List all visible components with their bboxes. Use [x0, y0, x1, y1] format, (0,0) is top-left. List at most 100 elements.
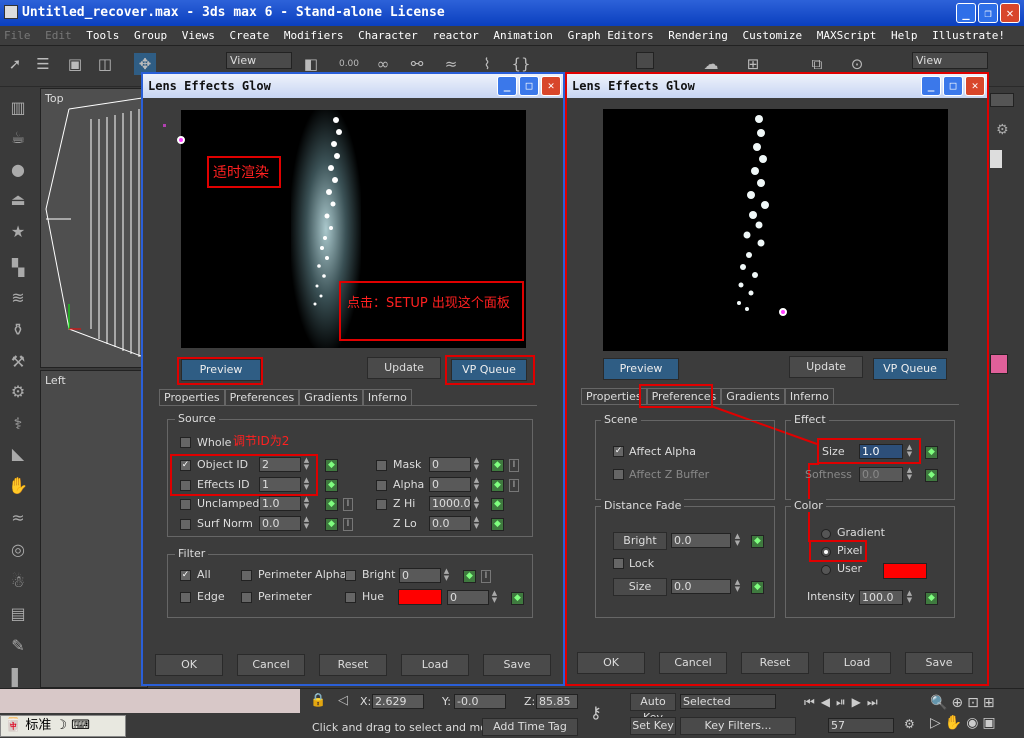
load-button[interactable]: Load — [401, 654, 469, 676]
affect-alpha-checkbox[interactable]: ✓ — [613, 446, 624, 457]
wave-icon[interactable]: ≈ — [6, 506, 30, 530]
transform-mode-icon[interactable]: ◁ — [338, 693, 354, 709]
reset-button[interactable]: Reset — [741, 652, 809, 674]
zhi-checkbox[interactable] — [376, 499, 387, 510]
unclamped-green-button[interactable]: ◆ — [325, 498, 338, 511]
hue-spinner[interactable]: ▲ ▼ — [490, 590, 499, 605]
mask-field[interactable]: 0 — [429, 457, 471, 472]
surf-norm-field[interactable]: 0.0 — [259, 516, 301, 531]
named-selection-dropdown[interactable] — [636, 52, 654, 69]
ok-button[interactable]: OK — [155, 654, 223, 676]
tab-inferno[interactable]: Inferno — [362, 389, 412, 405]
menu-file[interactable]: File — [4, 29, 31, 42]
update-button[interactable]: Update — [367, 357, 441, 379]
reference-coord-select[interactable]: View — [226, 52, 292, 69]
alpha-i-button[interactable]: I — [509, 479, 519, 492]
size-green-button[interactable]: ◆ — [925, 446, 938, 459]
gradient-radio[interactable] — [821, 529, 831, 539]
close-button[interactable]: ✕ — [1000, 3, 1020, 23]
tab-gradients[interactable]: Gradients — [299, 389, 363, 405]
frame-field[interactable]: 57 — [828, 718, 894, 733]
tab-preferences[interactable]: Preferences — [224, 389, 300, 405]
bottle-icon[interactable]: ⚱ — [6, 318, 30, 342]
x-field[interactable]: 2.629 — [372, 694, 424, 709]
menu-help[interactable]: Help — [891, 29, 918, 42]
intensity-spinner[interactable]: ▲ ▼ — [905, 590, 914, 605]
fade-size-button[interactable]: Size — [613, 578, 667, 596]
hue-checkbox[interactable] — [345, 592, 356, 603]
menu-tools[interactable]: Tools — [86, 29, 119, 42]
bright-i-button[interactable]: I — [481, 570, 491, 583]
dialog-minimize-button[interactable]: _ — [497, 76, 517, 96]
intensity-field[interactable]: 100.0 — [859, 590, 903, 605]
surf-norm-spinner[interactable]: ▲ ▼ — [302, 516, 311, 531]
window-crossing-icon[interactable]: ◫ — [94, 53, 116, 75]
lens-light-handle[interactable] — [177, 136, 185, 144]
fade-bright-spinner[interactable]: ▲ ▼ — [733, 533, 742, 548]
region-select-icon[interactable]: ▣ — [64, 53, 86, 75]
zhi-green-button[interactable]: ◆ — [491, 498, 504, 511]
sphere-icon[interactable]: ● — [6, 158, 30, 182]
z-field[interactable]: 85.85 — [536, 694, 578, 709]
alpha-checkbox[interactable] — [376, 480, 387, 491]
mask-checkbox[interactable] — [376, 460, 387, 471]
edge-checkbox[interactable] — [180, 592, 191, 603]
zlo-green-button[interactable]: ◆ — [491, 518, 504, 531]
ring-icon[interactable]: ◎ — [6, 538, 30, 562]
bright-spinner[interactable]: ▲ ▼ — [442, 568, 451, 583]
menu-character[interactable]: Character — [358, 29, 418, 42]
set-key-button[interactable]: Set Key — [630, 717, 676, 735]
create-icon[interactable]: ▥ — [6, 96, 30, 120]
fade-size-field[interactable]: 0.0 — [671, 579, 731, 594]
fade-bright-field[interactable]: 0.0 — [671, 533, 731, 548]
perimeter-alpha-checkbox[interactable] — [241, 570, 252, 581]
bright-field[interactable]: 0 — [399, 568, 441, 583]
menu-modifiers[interactable]: Modifiers — [284, 29, 344, 42]
fade-size-spinner[interactable]: ▲ ▼ — [733, 579, 742, 594]
zlo-field[interactable]: 0.0 — [429, 516, 471, 531]
menu-reactor[interactable]: reactor — [432, 29, 478, 42]
viewport-left[interactable]: Left — [40, 370, 148, 688]
effects-id-checkbox[interactable] — [180, 480, 191, 491]
softness-spinner[interactable]: ▲ ▼ — [905, 467, 914, 482]
intensity-green-button[interactable]: ◆ — [925, 592, 938, 605]
unclamped-spinner[interactable]: ▲ ▼ — [302, 496, 311, 511]
softness-green-button[interactable]: ◆ — [925, 469, 938, 482]
surf-norm-checkbox[interactable] — [180, 519, 191, 530]
all-checkbox[interactable]: ✓ — [180, 570, 191, 581]
panel-tab[interactable] — [990, 93, 1014, 107]
effects-id-field[interactable]: 1 — [259, 477, 301, 492]
render-view-select[interactable]: View — [912, 52, 988, 69]
fade-size-green-button[interactable]: ◆ — [751, 581, 764, 594]
effects-id-spinner[interactable]: ▲ ▼ — [302, 477, 311, 492]
mask-spinner[interactable]: ▲ ▼ — [472, 457, 481, 472]
lock-selection-icon[interactable]: 🔒 — [310, 693, 326, 709]
gear-icon[interactable]: ⚙ — [6, 380, 30, 404]
user-color-swatch[interactable] — [883, 563, 927, 579]
menu-maxscript[interactable]: MAXScript — [817, 29, 877, 42]
ok-button[interactable]: OK — [577, 652, 645, 674]
coil-icon[interactable]: ≋ — [6, 286, 30, 310]
bright-button[interactable]: Bright — [613, 532, 667, 550]
bright-checkbox[interactable] — [345, 570, 356, 581]
zhi-spinner[interactable]: ▲ ▼ — [472, 496, 481, 511]
hand-icon[interactable]: ✋ — [6, 474, 30, 498]
hue-color-swatch[interactable] — [398, 589, 442, 605]
object-color-swatch[interactable] — [990, 354, 1008, 374]
cancel-button[interactable]: Cancel — [237, 654, 305, 676]
tool-more-icon[interactable]: ▌ — [6, 666, 30, 690]
select-arrow-icon[interactable]: ➚ — [4, 53, 26, 75]
object-id-green-button[interactable]: ◆ — [325, 459, 338, 472]
teapot-icon[interactable]: ☕ — [6, 126, 30, 150]
softness-field[interactable]: 0.0 — [859, 467, 903, 482]
ime-toolbar[interactable]: 🀄 标准 ☽ ⌨ — [0, 715, 126, 737]
paint-icon[interactable]: ✎ — [6, 634, 30, 658]
minimize-button[interactable]: _ — [956, 3, 976, 23]
select-by-name-icon[interactable]: ☰ — [32, 53, 54, 75]
cancel-button[interactable]: Cancel — [659, 652, 727, 674]
unclamped-i-button[interactable]: I — [343, 498, 353, 511]
selected-dropdown[interactable]: Selected — [680, 694, 776, 709]
bone-icon[interactable]: ⚕ — [6, 412, 30, 436]
surf-norm-i-button[interactable]: I — [343, 518, 353, 531]
auto-key-button[interactable]: Auto Key — [630, 693, 676, 724]
